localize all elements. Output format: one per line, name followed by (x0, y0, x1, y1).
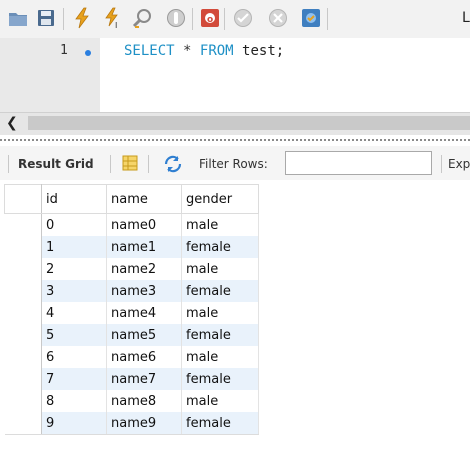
refresh-icon[interactable] (163, 155, 183, 173)
row-selector[interactable] (4, 213, 42, 236)
cell-id[interactable]: 4 (41, 302, 107, 324)
cell-name[interactable]: name3 (106, 280, 182, 302)
sql-editor[interactable]: 1 SELECT * FROM test; (0, 38, 470, 112)
statement-marker-icon (85, 50, 91, 56)
result-toolbar: Result Grid Filter Rows: Exp (0, 146, 470, 180)
toolbar-separator (224, 8, 225, 30)
save-icon[interactable] (34, 6, 58, 30)
result-grid: id name gender 0 name0 male 1 name1 female 2… (4, 184, 259, 435)
autocommit-icon[interactable] (299, 6, 323, 30)
cell-id[interactable]: 9 (41, 412, 107, 435)
rollback-x-icon[interactable] (266, 6, 290, 30)
table-row[interactable]: 0 name0 male (4, 213, 259, 236)
export-button[interactable]: Exp (448, 157, 470, 171)
cell-name[interactable]: name4 (106, 302, 182, 324)
cell-name[interactable]: name7 (106, 368, 182, 390)
editor-horizontal-scrollbar[interactable]: ❮ (0, 112, 470, 135)
cell-name[interactable]: name8 (106, 390, 182, 412)
keyword-select: SELECT (124, 43, 175, 59)
scroll-left-arrow-icon[interactable]: ❮ (6, 115, 18, 131)
cell-id[interactable]: 8 (41, 390, 107, 412)
line-gutter: 1 (0, 38, 100, 112)
column-header-name[interactable]: name (106, 184, 182, 214)
cell-name[interactable]: name0 (106, 213, 182, 236)
cell-id[interactable]: 3 (41, 280, 107, 302)
row-selector[interactable] (4, 280, 42, 302)
cell-gender[interactable]: male (181, 302, 259, 324)
row-selector[interactable] (4, 324, 42, 346)
cell-name[interactable]: name2 (106, 258, 182, 280)
cell-id[interactable]: 2 (41, 258, 107, 280)
cell-gender[interactable]: female (181, 236, 259, 258)
explain-magnifier-icon[interactable] (131, 6, 155, 30)
commit-check-icon[interactable] (231, 6, 255, 30)
cell-gender[interactable]: male (181, 213, 259, 236)
stop-icon[interactable] (164, 6, 188, 30)
toolbar-separator (8, 155, 9, 173)
table-row[interactable]: 6 name6 male (4, 346, 259, 368)
execute-current-icon[interactable]: I (101, 6, 125, 30)
row-selector[interactable] (4, 368, 42, 390)
sql-toolbar: I o L (0, 0, 470, 38)
execute-lightning-icon[interactable] (70, 6, 94, 30)
row-selector[interactable] (4, 390, 42, 412)
svg-text:o: o (207, 15, 213, 25)
table-row[interactable]: 2 name2 male (4, 258, 259, 280)
toolbar-separator (327, 8, 328, 30)
toolbar-separator (63, 8, 64, 30)
table-row[interactable]: 8 name8 male (4, 390, 259, 412)
result-grid-tab[interactable]: Result Grid (18, 157, 94, 171)
column-header-gender[interactable]: gender (181, 184, 259, 214)
row-selector[interactable] (4, 302, 42, 324)
table-row[interactable]: 4 name4 male (4, 302, 259, 324)
row-selector-header[interactable] (4, 184, 42, 214)
cell-gender[interactable]: male (181, 390, 259, 412)
toolbar-separator (148, 155, 149, 173)
open-folder-icon[interactable] (6, 6, 30, 30)
cell-gender[interactable]: male (181, 346, 259, 368)
cell-gender[interactable]: female (181, 412, 259, 435)
cell-name[interactable]: name6 (106, 346, 182, 368)
row-selector[interactable] (4, 236, 42, 258)
toolbar-separator (192, 8, 193, 30)
row-selector[interactable] (4, 258, 42, 280)
filter-rows-label: Filter Rows: (199, 157, 268, 171)
cell-id[interactable]: 7 (41, 368, 107, 390)
row-selector[interactable] (4, 412, 42, 435)
table-row[interactable]: 7 name7 female (4, 368, 259, 390)
table-row[interactable]: 5 name5 female (4, 324, 259, 346)
cell-id[interactable]: 1 (41, 236, 107, 258)
cell-name[interactable]: name1 (106, 236, 182, 258)
cell-id[interactable]: 5 (41, 324, 107, 346)
line-number: 1 (60, 43, 68, 58)
filter-rows-input[interactable] (285, 151, 432, 175)
toggle-error-icon[interactable]: o (198, 6, 222, 30)
table-name-token: test; (242, 43, 285, 59)
grid-header-row: id name gender (4, 184, 259, 214)
cell-gender[interactable]: male (181, 258, 259, 280)
table-row[interactable]: 9 name9 female (4, 412, 259, 435)
svg-text:I: I (115, 21, 117, 29)
code-line[interactable]: SELECT * FROM test; (124, 43, 284, 59)
scrollbar-thumb[interactable] (28, 116, 470, 130)
cell-id[interactable]: 0 (41, 213, 107, 236)
star-token: * (183, 43, 192, 59)
cell-gender[interactable]: female (181, 368, 259, 390)
column-header-id[interactable]: id (41, 184, 107, 214)
panel-splitter[interactable] (0, 139, 470, 141)
cell-name[interactable]: name9 (106, 412, 182, 435)
toolbar-clipped-label[interactable]: L (462, 10, 470, 26)
cell-id[interactable]: 6 (41, 346, 107, 368)
table-row[interactable]: 1 name1 female (4, 236, 259, 258)
toolbar-separator (441, 155, 442, 173)
toolbar-separator (110, 155, 111, 173)
keyword-from: FROM (199, 43, 234, 59)
cell-gender[interactable]: female (181, 280, 259, 302)
cell-name[interactable]: name5 (106, 324, 182, 346)
row-selector[interactable] (4, 346, 42, 368)
table-row[interactable]: 3 name3 female (4, 280, 259, 302)
grid-view-icon[interactable] (122, 155, 138, 171)
cell-gender[interactable]: female (181, 324, 259, 346)
